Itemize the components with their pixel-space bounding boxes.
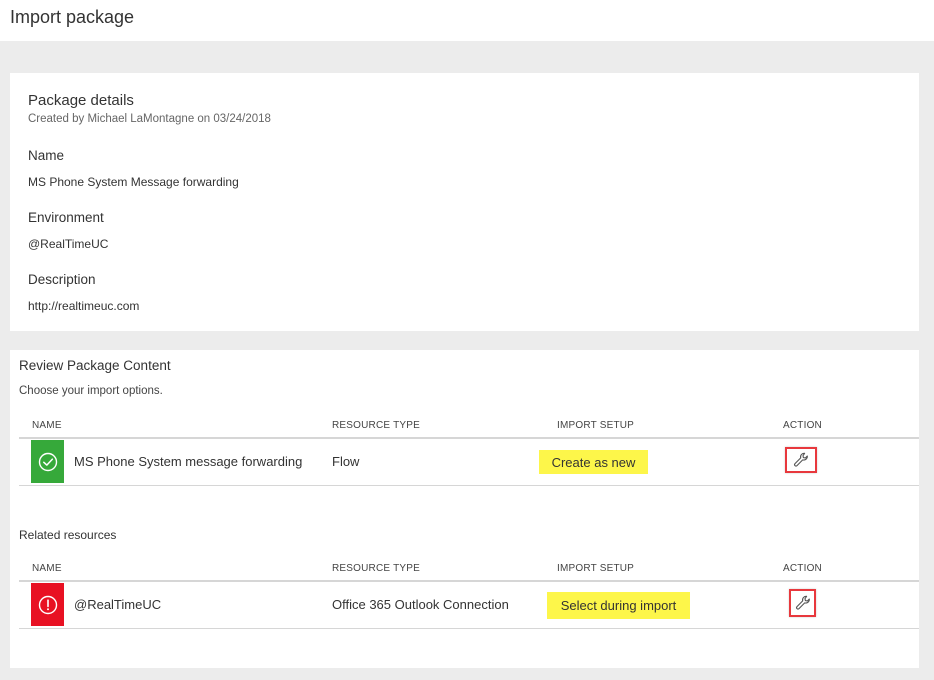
status-error-badge — [31, 583, 64, 626]
review-subtitle: Choose your import options. — [19, 385, 163, 397]
column-header-name: NAME — [32, 420, 62, 431]
import-setup-create-as-new[interactable]: Create as new — [539, 450, 648, 474]
review-title: Review Package Content — [19, 358, 171, 373]
environment-value: @RealTimeUC — [28, 237, 109, 251]
description-value: http://realtimeuc.com — [28, 299, 140, 313]
column-header-import-setup: IMPORT SETUP — [557, 563, 635, 574]
table-header-divider — [19, 437, 919, 439]
package-details-title: Package details — [28, 92, 134, 109]
column-header-import-setup: IMPORT SETUP — [557, 420, 635, 431]
related-item-resource-type: Office 365 Outlook Connection — [332, 597, 509, 612]
wrench-icon — [795, 595, 810, 610]
import-setup-select-during-import[interactable]: Select during import — [547, 592, 690, 619]
name-value: MS Phone System Message forwarding — [28, 175, 239, 189]
related-resources-title: Related resources — [19, 528, 117, 542]
table-header-divider — [19, 580, 919, 582]
package-created-info: Created by Michael LaMontagne on 03/24/2… — [28, 113, 271, 125]
package-item-name: MS Phone System message forwarding — [74, 454, 303, 469]
package-details-card: Package details Created by Michael LaMon… — [10, 73, 919, 331]
status-success-badge — [31, 440, 64, 483]
column-header-name: NAME — [32, 563, 62, 574]
package-item-resource-type: Flow — [332, 454, 360, 469]
wrench-icon — [794, 452, 808, 467]
check-circle-icon — [38, 452, 57, 471]
column-header-action: ACTION — [783, 420, 822, 431]
top-bar: Import package — [0, 0, 934, 41]
environment-label: Environment — [28, 210, 104, 225]
column-header-action: ACTION — [783, 563, 822, 574]
related-item-name: @RealTimeUC — [74, 597, 162, 612]
row-divider — [19, 628, 919, 629]
row-divider — [19, 485, 919, 486]
name-label: Name — [28, 148, 65, 163]
column-header-resource-type: RESOURCE TYPE — [332, 420, 420, 431]
configure-action-button[interactable] — [785, 447, 817, 473]
error-circle-icon — [38, 595, 57, 614]
configure-action-button[interactable] — [789, 589, 816, 617]
description-label: Description — [28, 272, 96, 287]
column-header-resource-type: RESOURCE TYPE — [332, 563, 420, 574]
review-package-card: Review Package Content Choose your impor… — [10, 350, 919, 668]
page-title: Import package — [10, 7, 135, 27]
